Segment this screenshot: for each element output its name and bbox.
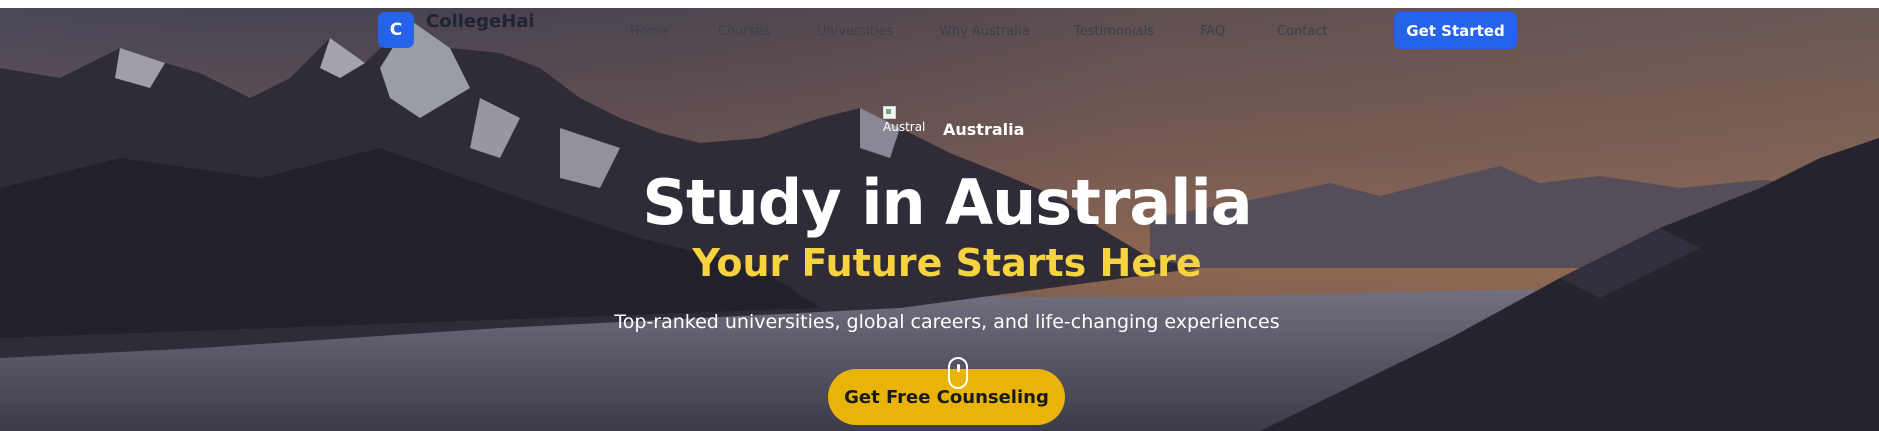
nav-contact[interactable]: Contact <box>1277 24 1328 39</box>
country-label: Australia <box>943 120 1025 139</box>
flag-alt-text: Austral <box>883 120 926 134</box>
scroll-mouse-icon[interactable] <box>948 357 968 389</box>
nav-testimonials[interactable]: Testimonials <box>1074 24 1154 39</box>
get-started-button[interactable]: Get Started <box>1394 12 1517 49</box>
nav-courses[interactable]: Courses <box>718 24 770 39</box>
nav-home[interactable]: Home <box>630 24 668 39</box>
get-free-counseling-button[interactable]: Get Free Counseling <box>828 369 1065 425</box>
nav-universities[interactable]: Universities <box>817 24 893 39</box>
logo-badge[interactable]: C <box>378 12 414 48</box>
top-strip <box>0 0 1879 8</box>
hero-title: Study in Australia <box>642 166 1252 239</box>
scroll-wheel <box>957 364 960 372</box>
hero-subtitle: Your Future Starts Here <box>692 241 1202 285</box>
broken-image-icon <box>883 106 896 119</box>
australia-flag-image: Austral <box>883 106 929 138</box>
nav-faq[interactable]: FAQ <box>1200 24 1225 39</box>
hero-tagline: Top-ranked universities, global careers,… <box>614 311 1280 333</box>
nav-why-australia[interactable]: Why Australia <box>939 24 1029 39</box>
brand-name[interactable]: CollegeHai <box>426 11 535 32</box>
